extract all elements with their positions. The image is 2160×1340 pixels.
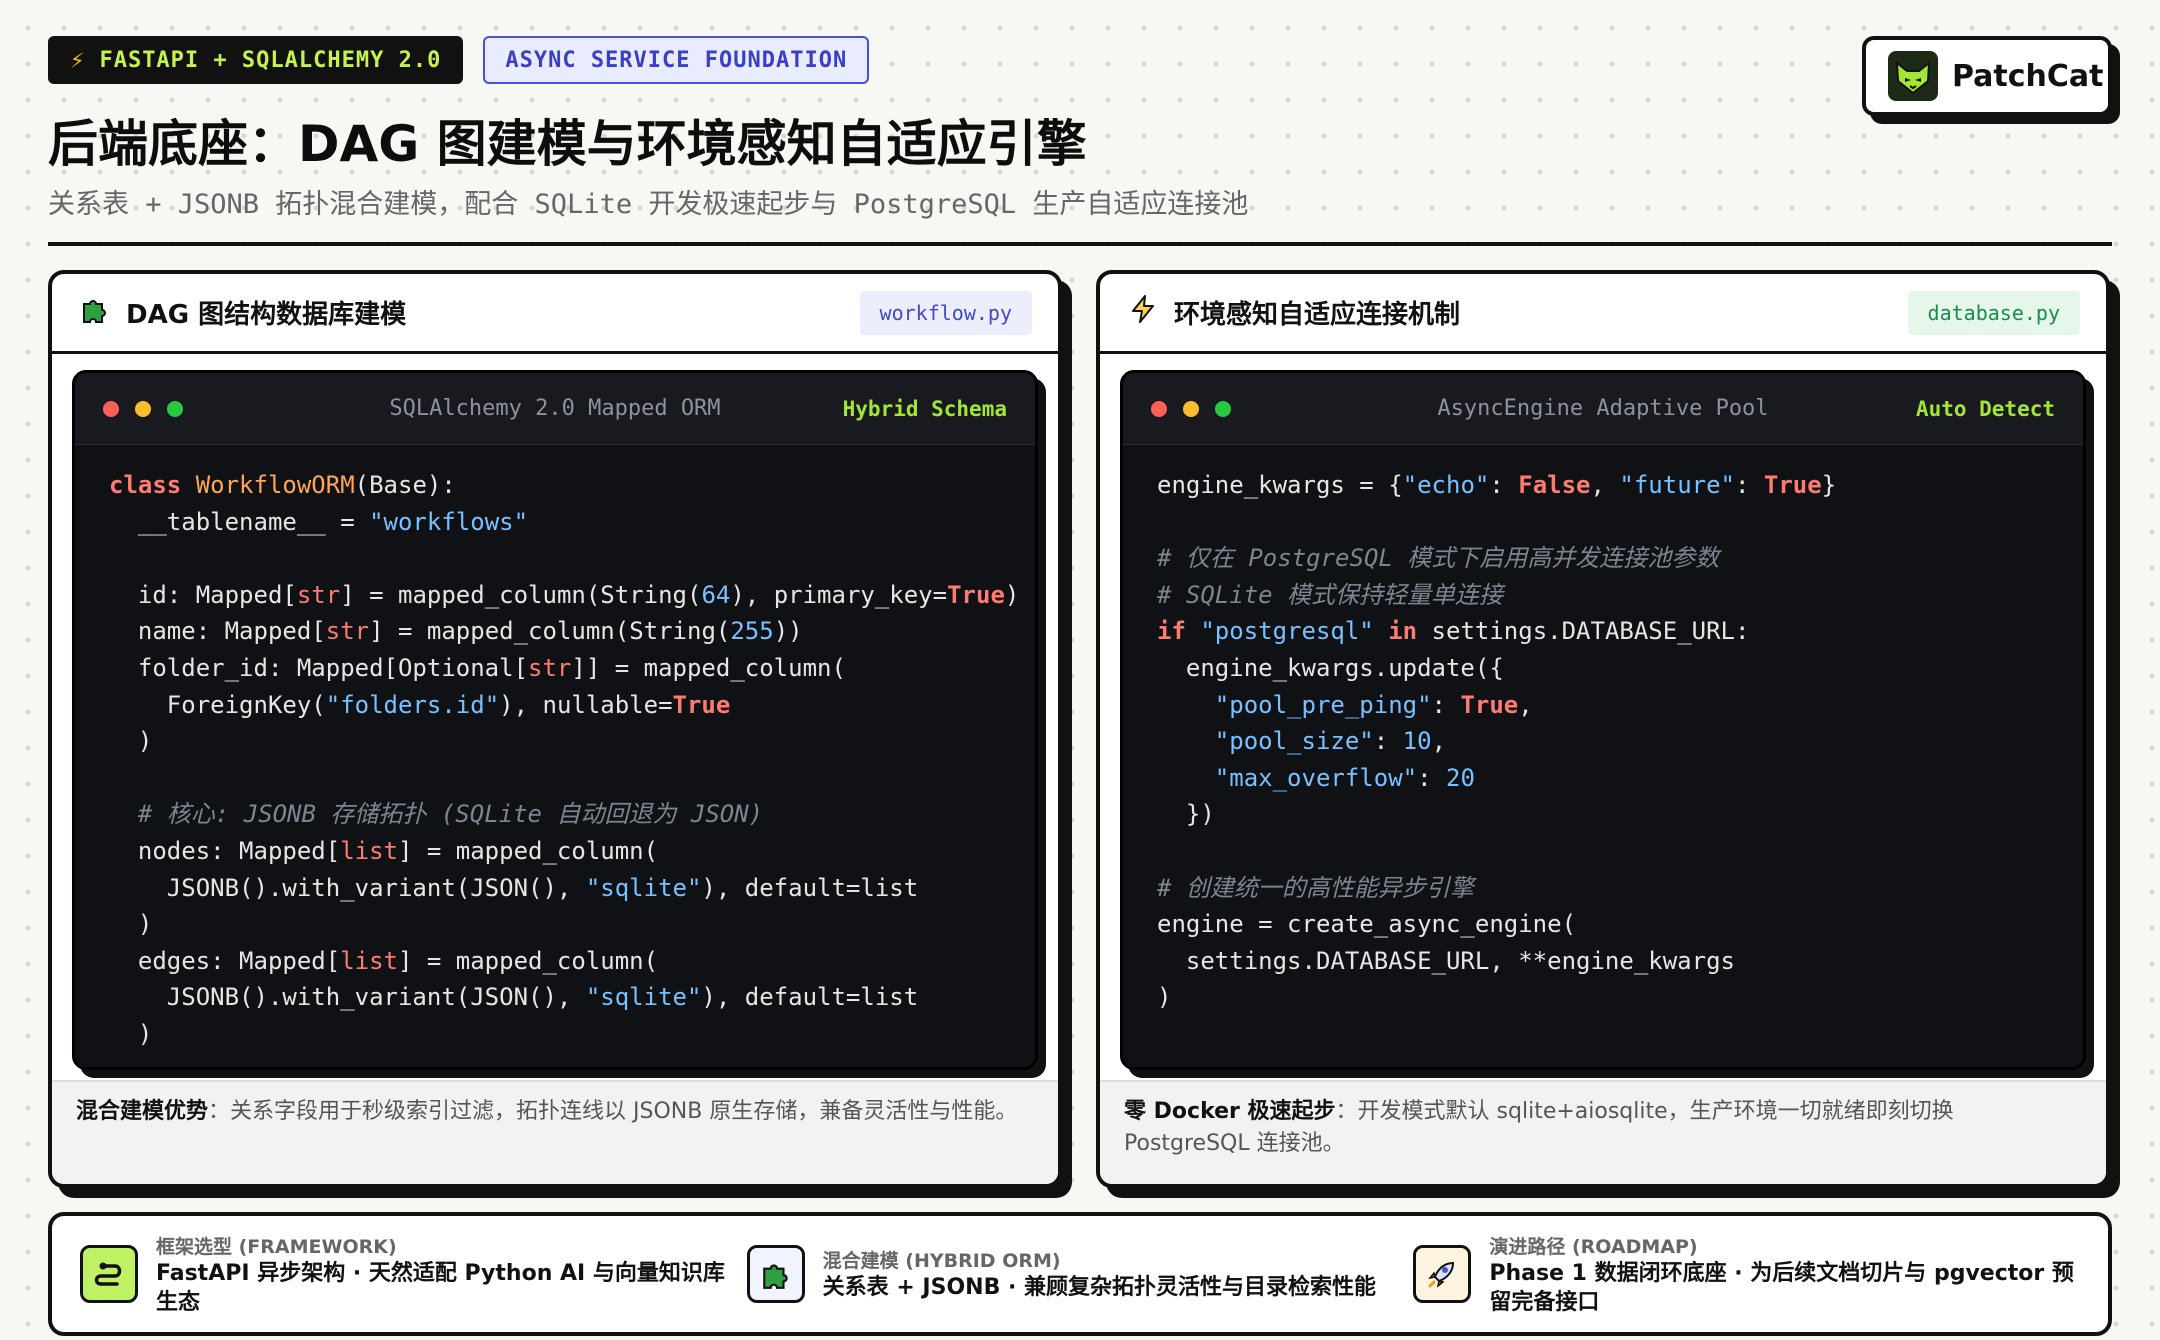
note-label: 零 Docker 极速起步 (1124, 1099, 1336, 1124)
lightning-icon (1126, 294, 1160, 332)
minimize-dot-icon (135, 400, 151, 417)
file-name-tag: workflow.py (859, 290, 1032, 335)
code-window-titlebar: SQLAlchemy 2.0 Mapped ORM Hybrid Schema (75, 373, 1035, 445)
snake-icon (80, 1245, 138, 1303)
close-dot-icon (103, 400, 119, 417)
puzzle-icon (78, 294, 112, 332)
service-badge: ASYNC SERVICE FOUNDATION (483, 36, 870, 84)
lightning-icon: ⚡ (70, 46, 86, 74)
panel-note: 零 Docker 极速起步：开发模式默认 sqlite+aiosqlite，生产… (1100, 1080, 2106, 1184)
code-block: class WorkflowORM(Base): __tablename__ =… (109, 471, 1020, 1048)
code-window-tag: Auto Detect (1915, 396, 2055, 421)
code-window-titlebar: AsyncEngine Adaptive Pool Auto Detect (1123, 373, 2083, 445)
feature-desc: Phase 1 数据闭环底座 · 为后续文档切片与 pgvector 预留完备接… (1489, 1260, 2074, 1315)
panel-header: DAG 图结构数据库建模 workflow.py (52, 274, 1058, 354)
tech-stack-label: FASTAPI + SQLALCHEMY 2.0 (99, 47, 442, 73)
code-block: engine_kwargs = {"echo": False, "future"… (1157, 471, 1837, 1012)
feature-hybrid-orm: 混合建模 (HYBRID ORM) 关系表 + JSONB · 兼顾复杂拓扑灵活… (746, 1245, 1414, 1303)
adaptive-connection-panel: 环境感知自适应连接机制 database.py AsyncEngine Adap… (1096, 270, 2110, 1188)
page-title: 后端底座：DAG 图建模与环境感知自适应引擎 (48, 115, 1087, 173)
feature-label: 混合建模 (HYBRID ORM) (822, 1250, 1061, 1272)
code-window-tag: Hybrid Schema (842, 396, 1007, 421)
fox-logo-icon (1888, 51, 1938, 101)
puzzle-icon (746, 1245, 805, 1303)
feature-roadmap: 演进路径 (ROADMAP) Phase 1 数据闭环底座 · 为后续文档切片与… (1413, 1232, 2080, 1317)
note-text: ：关系字段用于秒级索引过滤，拓扑连线以 JSONB 原生存储，兼备灵活性与性能。 (208, 1099, 1018, 1124)
feature-framework: 框架选型 (FRAMEWORK) FastAPI 异步架构 · 天然适配 Pyt… (80, 1232, 747, 1317)
panel-note: 混合建模优势：关系字段用于秒级索引过滤，拓扑连线以 JSONB 原生存储，兼备灵… (52, 1080, 1058, 1184)
brand-logo: PatchCat (1862, 36, 2112, 116)
close-dot-icon (1151, 400, 1167, 417)
panel-title: DAG 图结构数据库建模 (126, 300, 407, 330)
note-label: 混合建模优势 (76, 1099, 209, 1124)
code-window: SQLAlchemy 2.0 Mapped ORM Hybrid Schema … (72, 370, 1038, 1070)
maximize-dot-icon (167, 400, 183, 417)
rocket-icon (1413, 1245, 1472, 1303)
panel-header: 环境感知自适应连接机制 database.py (1100, 274, 2106, 354)
feature-label: 演进路径 (ROADMAP) (1489, 1235, 1698, 1258)
header-divider (48, 242, 2112, 246)
header-badges: ⚡ FASTAPI + SQLALCHEMY 2.0 ASYNC SERVICE… (48, 36, 870, 84)
page-subtitle: 关系表 + JSONB 拓扑混合建模，配合 SQLite 开发极速起步与 Pos… (48, 189, 1249, 220)
code-window: AsyncEngine Adaptive Pool Auto Detect en… (1120, 370, 2086, 1070)
maximize-dot-icon (1215, 400, 1231, 417)
dag-modeling-panel: DAG 图结构数据库建模 workflow.py SQLAlchemy 2.0 … (48, 270, 1062, 1188)
feature-desc: 关系表 + JSONB · 兼顾复杂拓扑灵活性与目录检索性能 (822, 1275, 1377, 1300)
feature-strip: 框架选型 (FRAMEWORK) FastAPI 异步架构 · 天然适配 Pyt… (48, 1212, 2112, 1336)
brand-name: PatchCat (1952, 58, 2104, 94)
feature-label: 框架选型 (FRAMEWORK) (156, 1235, 397, 1258)
feature-desc: FastAPI 异步架构 · 天然适配 Python AI 与向量知识库生态 (156, 1260, 725, 1315)
tech-stack-badge: ⚡ FASTAPI + SQLALCHEMY 2.0 (48, 36, 464, 84)
panel-title: 环境感知自适应连接机制 (1174, 300, 1461, 330)
file-name-tag: database.py (1907, 290, 2080, 335)
minimize-dot-icon (1183, 400, 1199, 417)
